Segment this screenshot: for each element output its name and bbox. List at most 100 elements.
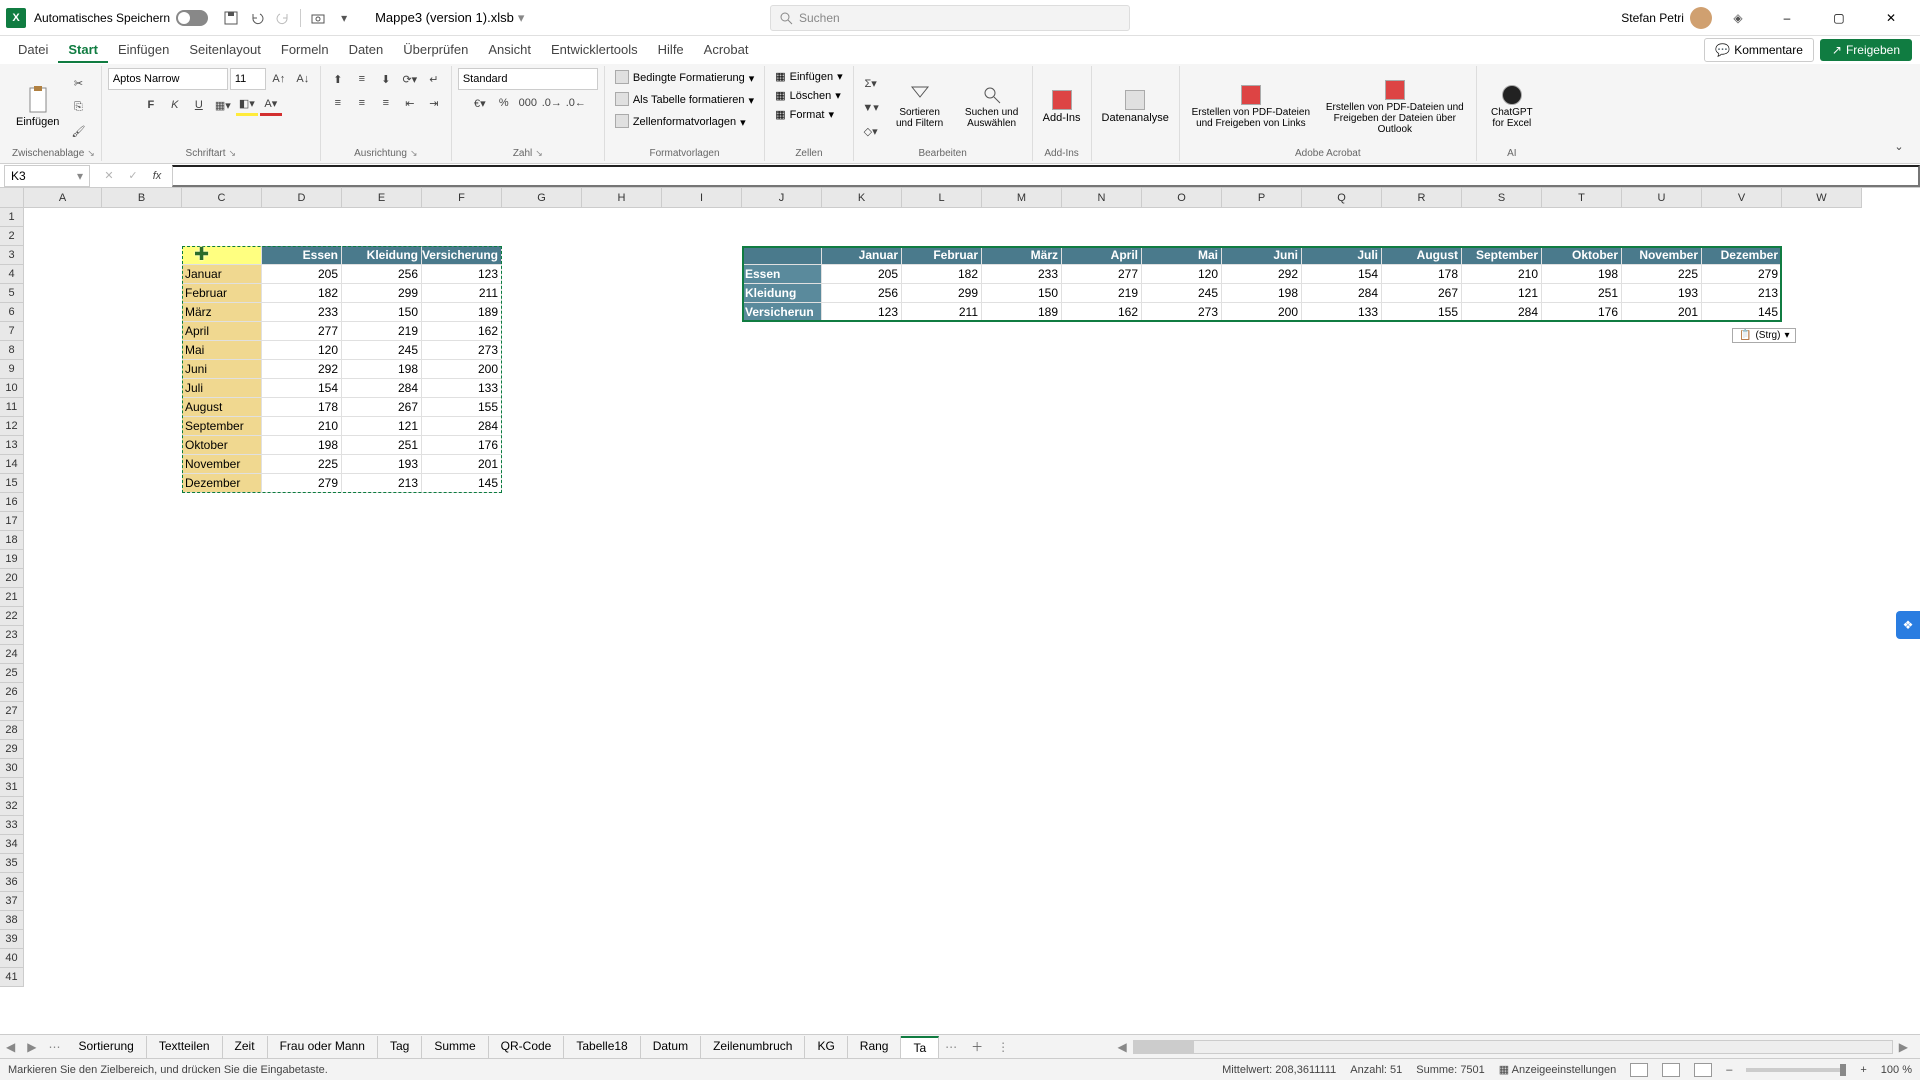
cell[interactable]: 178 [1382, 265, 1462, 284]
share-button[interactable]: ↗ Freigeben [1820, 39, 1912, 61]
autosave-toggle[interactable] [176, 10, 208, 26]
sheet-tab[interactable]: QR-Code [489, 1036, 565, 1058]
column-header[interactable]: D [262, 188, 342, 208]
tab-entwicklertools[interactable]: Entwicklertools [541, 38, 648, 63]
cell[interactable]: 182 [902, 265, 982, 284]
page-layout-view-icon[interactable] [1662, 1063, 1680, 1077]
delete-cells-button[interactable]: ▦ Löschen ▾ [771, 87, 845, 104]
row-header[interactable]: 32 [0, 797, 24, 816]
display-settings-button[interactable]: ▦ Anzeigeeinstellungen [1499, 1063, 1616, 1076]
cell[interactable]: 120 [1142, 265, 1222, 284]
cell[interactable]: 279 [1702, 265, 1782, 284]
cell[interactable]: Januar [822, 246, 902, 265]
row-header[interactable]: 38 [0, 911, 24, 930]
row-header[interactable]: 41 [0, 968, 24, 987]
comma-icon[interactable]: 000 [517, 92, 539, 114]
data-analysis-button[interactable]: Datenanalyse [1098, 88, 1173, 126]
save-icon[interactable] [221, 8, 241, 28]
row-header[interactable]: 23 [0, 626, 24, 645]
sheet-tab[interactable]: Tabelle18 [564, 1036, 640, 1058]
launcher-icon[interactable]: ↘ [410, 148, 418, 159]
cell[interactable]: 292 [1222, 265, 1302, 284]
diamond-icon[interactable]: ◈ [1728, 8, 1748, 28]
cell[interactable]: 198 [1222, 284, 1302, 303]
tab-hilfe[interactable]: Hilfe [648, 38, 694, 63]
cell[interactable]: 245 [1142, 284, 1222, 303]
cell[interactable]: Mai [1142, 246, 1222, 265]
column-header[interactable]: A [24, 188, 102, 208]
sheet-prev-icon[interactable]: ◀ [0, 1040, 21, 1054]
column-header[interactable]: M [982, 188, 1062, 208]
row-header[interactable]: 16 [0, 493, 24, 512]
zoom-out-icon[interactable]: – [1726, 1064, 1732, 1076]
launcher-icon[interactable]: ↘ [535, 148, 543, 159]
cell[interactable]: 150 [982, 284, 1062, 303]
search-input[interactable]: Suchen [770, 5, 1130, 31]
sort-filter-button[interactable]: Sortieren und Filtern [886, 83, 954, 131]
increase-decimal-icon[interactable]: .0→ [541, 92, 563, 114]
cell[interactable]: 256 [822, 284, 902, 303]
align-top-icon[interactable]: ⬆ [327, 68, 349, 90]
spreadsheet-grid[interactable]: ABCDEFGHIJKLMNOPQRSTUVW 1234567891011121… [0, 188, 1920, 1034]
tab-einfügen[interactable]: Einfügen [108, 38, 179, 63]
zoom-slider[interactable] [1746, 1068, 1846, 1072]
autosum-icon[interactable]: Σ▾ [860, 72, 882, 94]
decrease-decimal-icon[interactable]: .0← [565, 92, 587, 114]
create-pdf-outlook-button[interactable]: Erstellen von PDF-Dateien und Freigeben … [1320, 78, 1470, 137]
sheet-tab[interactable]: Summe [422, 1036, 488, 1058]
cell[interactable]: Juni [1222, 246, 1302, 265]
row-header[interactable]: 39 [0, 930, 24, 949]
cancel-formula-icon[interactable]: ✕ [98, 165, 120, 187]
row-header[interactable]: 9 [0, 360, 24, 379]
row-header[interactable]: 21 [0, 588, 24, 607]
format-as-table-button[interactable]: Als Tabelle formatieren▾ [611, 90, 758, 110]
row-header[interactable]: 31 [0, 778, 24, 797]
column-header[interactable]: E [342, 188, 422, 208]
row-header[interactable]: 22 [0, 607, 24, 626]
row-header[interactable]: 17 [0, 512, 24, 531]
row-header[interactable]: 25 [0, 664, 24, 683]
cell[interactable]: 145 [1702, 303, 1782, 322]
sheet-tab[interactable]: KG [805, 1036, 847, 1058]
font-name-select[interactable] [108, 68, 228, 90]
cell[interactable]: 162 [1062, 303, 1142, 322]
cell[interactable]: 193 [1622, 284, 1702, 303]
zoom-level[interactable]: 100 % [1881, 1064, 1912, 1076]
qat-dropdown-icon[interactable]: ▾ [334, 8, 354, 28]
row-header[interactable]: 28 [0, 721, 24, 740]
comments-button[interactable]: 💬 Kommentare [1704, 38, 1814, 62]
row-header[interactable]: 19 [0, 550, 24, 569]
column-header[interactable]: K [822, 188, 902, 208]
column-header[interactable]: R [1382, 188, 1462, 208]
cell[interactable]: 267 [1382, 284, 1462, 303]
column-header[interactable]: S [1462, 188, 1542, 208]
cell[interactable]: Kleidung [742, 284, 822, 303]
column-header[interactable]: J [742, 188, 822, 208]
sheet-tab[interactable]: Zeit [223, 1036, 268, 1058]
close-button[interactable]: ✕ [1868, 2, 1914, 34]
camera-icon[interactable] [308, 8, 328, 28]
sheet-tab[interactable]: Textteilen [147, 1036, 223, 1058]
sheet-tab[interactable]: Datum [641, 1036, 701, 1058]
cell[interactable]: 225 [1622, 265, 1702, 284]
cell[interactable]: März [982, 246, 1062, 265]
addins-button[interactable]: Add-Ins [1039, 88, 1085, 126]
cell[interactable]: 299 [902, 284, 982, 303]
launcher-icon[interactable]: ↘ [229, 148, 237, 159]
row-header[interactable]: 35 [0, 854, 24, 873]
collapse-ribbon-icon[interactable]: ⌄ [1888, 135, 1910, 157]
cell[interactable]: 154 [1302, 265, 1382, 284]
cut-icon[interactable]: ✂ [67, 72, 89, 94]
row-header[interactable]: 6 [0, 303, 24, 322]
cell[interactable]: 200 [1222, 303, 1302, 322]
row-header[interactable]: 26 [0, 683, 24, 702]
cell[interactable]: 133 [1302, 303, 1382, 322]
cell[interactable]: 284 [1462, 303, 1542, 322]
wrap-text-icon[interactable]: ↵ [423, 68, 445, 90]
row-header[interactable]: 4 [0, 265, 24, 284]
cell[interactable]: 123 [822, 303, 902, 322]
cell[interactable]: 210 [1462, 265, 1542, 284]
cell[interactable]: 273 [1142, 303, 1222, 322]
tab-datei[interactable]: Datei [8, 38, 58, 63]
font-color-button[interactable]: A▾ [260, 94, 282, 116]
